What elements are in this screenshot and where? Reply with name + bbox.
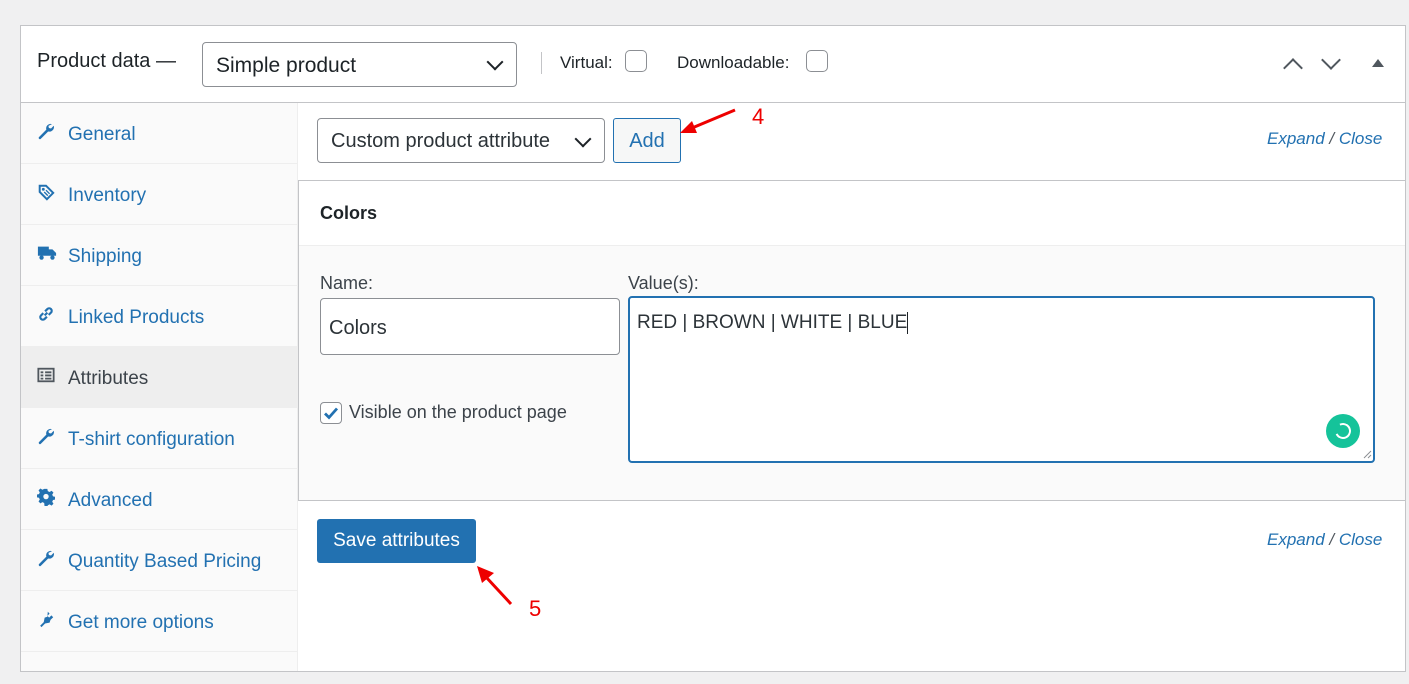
annotation-layer: [477, 108, 736, 606]
arrow-step-4: [680, 108, 736, 133]
arrow-step-5: [477, 566, 513, 606]
annotation-step-5: 5: [529, 596, 542, 621]
annotation-step-4: 4: [752, 104, 765, 129]
